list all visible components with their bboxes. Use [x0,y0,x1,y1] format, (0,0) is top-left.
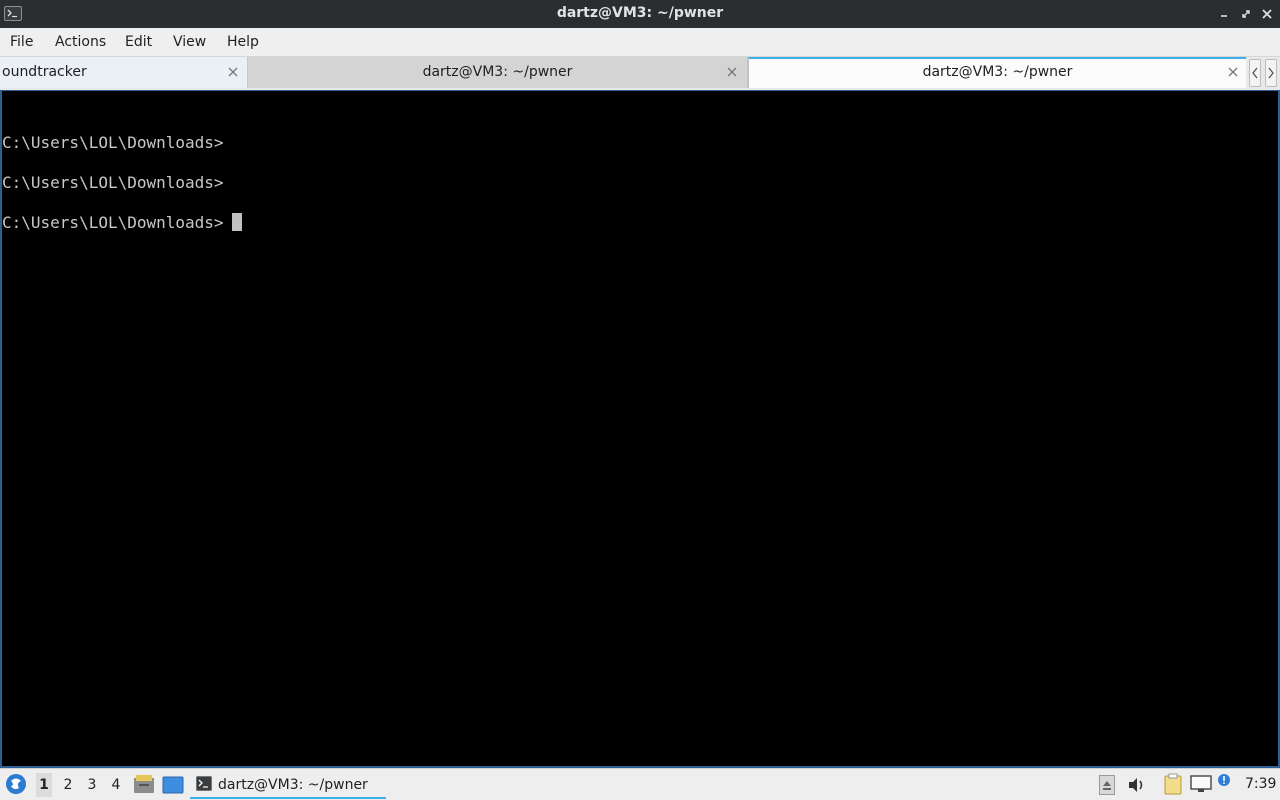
tab-label: oundtracker [2,64,87,80]
terminal-cursor [232,213,242,231]
start-menu-icon[interactable] [5,773,27,799]
terminal-line: C:\Users\LOL\Downloads> [2,173,224,192]
show-desktop-icon[interactable] [162,776,184,798]
close-icon[interactable] [1260,6,1274,20]
tab-close-icon[interactable] [227,66,239,78]
menu-help[interactable]: Help [227,34,259,50]
tab-label: dartz@VM3: ~/pwner [922,64,1073,80]
terminal-icon [196,776,212,795]
task-label: dartz@VM3: ~/pwner [218,777,368,793]
tab-scroll-right-icon[interactable] [1265,59,1277,87]
tab-terminal-1[interactable]: dartz@VM3: ~/pwner [248,57,748,88]
file-manager-icon[interactable] [133,774,155,798]
workspace-2[interactable]: 2 [60,777,76,793]
menu-actions[interactable]: Actions [55,34,106,50]
tab-bar: oundtracker dartz@VM3: ~/pwner dartz@VM3… [0,57,1280,90]
network-icon[interactable] [1190,775,1212,797]
menu-file[interactable]: File [10,34,33,50]
tab-close-icon[interactable] [1227,66,1239,78]
tab-label: dartz@VM3: ~/pwner [422,64,573,80]
volume-icon[interactable] [1127,776,1147,798]
menu-edit[interactable]: Edit [125,34,152,50]
workspace-3[interactable]: 3 [84,777,100,793]
taskbar-terminal-task[interactable]: dartz@VM3: ~/pwner [190,771,386,799]
clipboard-icon[interactable] [1163,773,1183,799]
clock[interactable]: 7:39 [1245,776,1276,792]
menu-view[interactable]: View [173,34,206,50]
terminal-view[interactable]: C:\Users\LOL\Downloads> C:\Users\LOL\Dow… [2,91,1278,766]
restore-icon[interactable] [1239,6,1253,20]
tab-terminal-2-active[interactable]: dartz@VM3: ~/pwner [748,57,1246,88]
eject-icon[interactable] [1099,775,1115,799]
workspace-1[interactable]: 1 [36,773,52,797]
terminal-line: C:\Users\LOL\Downloads> [2,213,224,232]
notification-icon[interactable] [1217,772,1231,791]
tab-scroll-left-icon[interactable] [1249,59,1261,87]
minimize-icon[interactable] [1217,6,1231,20]
tab-soundtracker[interactable]: oundtracker [0,57,248,88]
window-title: dartz@VM3: ~/pwner [556,5,724,21]
window-titlebar[interactable]: dartz@VM3: ~/pwner [0,0,1280,28]
tab-close-icon[interactable] [726,66,738,78]
menu-bar: File Actions Edit View Help [0,28,1280,57]
taskbar: 1 2 3 4 dartz@VM3: ~/pwner 7:39 [0,768,1280,800]
terminal-line: C:\Users\LOL\Downloads> [2,133,224,152]
workspace-4[interactable]: 4 [108,777,124,793]
